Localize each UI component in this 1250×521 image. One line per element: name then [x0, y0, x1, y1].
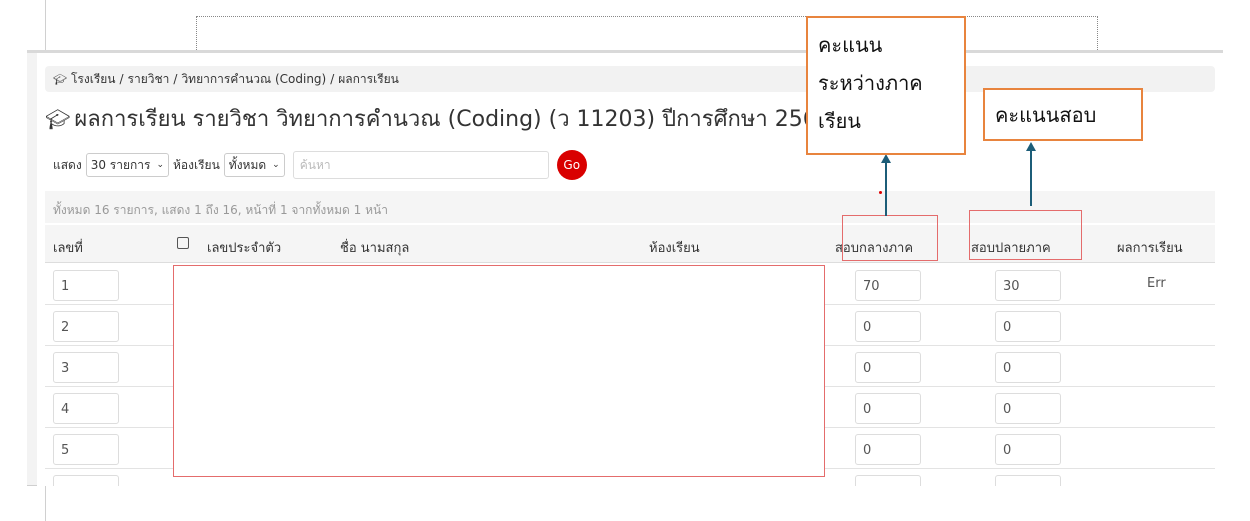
final-score-input[interactable]: 0: [995, 311, 1061, 342]
class-value: ทั้งหมด: [228, 157, 267, 172]
breadcrumb-subject[interactable]: รายวิชา: [128, 70, 170, 89]
number-input[interactable]: 5: [53, 434, 119, 465]
midterm-score-input[interactable]: 70: [855, 270, 921, 301]
page-title: 🎓︎ ผลการเรียน รายวิชา วิทยาการคำนวณ (Cod…: [45, 101, 852, 136]
breadcrumb-separator: /: [173, 72, 178, 86]
class-label: ห้องเรียน: [173, 157, 220, 172]
page-size-select[interactable]: 30 รายการ ⌄: [85, 153, 170, 177]
col-classroom[interactable]: ห้องเรียน: [649, 237, 700, 258]
final-callout: คะแนนสอบ: [983, 88, 1143, 141]
midterm-score-input[interactable]: 0: [855, 434, 921, 465]
number-input[interactable]: [53, 475, 119, 486]
page-size-value: 30 รายการ: [90, 157, 151, 172]
midterm-callout: คะแนน ระหว่างภาค เรียน: [806, 16, 966, 155]
midterm-callout-line: ระหว่างภาค: [818, 71, 923, 95]
col-student-id[interactable]: เลขประจำตัว: [207, 237, 281, 258]
graduation-cap-icon: 🎓︎: [45, 106, 71, 131]
col-number[interactable]: เลขที่: [53, 237, 83, 258]
select-all-checkbox[interactable]: [177, 237, 189, 252]
redaction-box: [173, 265, 825, 477]
midterm-highlight-box: [842, 215, 938, 261]
midterm-score-input[interactable]: 0: [855, 352, 921, 383]
final-score-input[interactable]: 0: [995, 434, 1061, 465]
final-score-input[interactable]: 30: [995, 270, 1061, 301]
col-name[interactable]: ชื่อ นามสกุล: [340, 237, 409, 258]
search-placeholder: ค้นหา: [299, 157, 331, 172]
breadcrumb-separator: /: [330, 72, 335, 86]
class-select[interactable]: ทั้งหมด ⌄: [223, 153, 285, 177]
checkbox-icon: [177, 237, 189, 249]
midterm-score-input[interactable]: 0: [855, 311, 921, 342]
arrow-line: [885, 162, 887, 216]
chevron-down-icon: ⌄: [156, 160, 165, 170]
number-input[interactable]: 3: [53, 352, 119, 383]
chevron-down-icon: ⌄: [272, 160, 280, 170]
col-result[interactable]: ผลการเรียน: [1117, 237, 1183, 258]
breadcrumb-separator: /: [119, 72, 124, 86]
search-input[interactable]: ค้นหา: [292, 151, 549, 179]
final-callout-text: คะแนนสอบ: [995, 103, 1097, 127]
page-title-text: ผลการเรียน รายวิชา วิทยาการคำนวณ (Coding…: [74, 107, 853, 132]
number-input[interactable]: 2: [53, 311, 119, 342]
final-highlight-box: [969, 210, 1082, 260]
graduation-cap-icon: 🎓︎: [53, 72, 67, 86]
number-input[interactable]: 1: [53, 270, 119, 301]
breadcrumb-current: ผลการเรียน: [338, 71, 399, 86]
breadcrumb-course[interactable]: วิทยาการคำนวณ (Coding): [181, 70, 326, 89]
midterm-callout-line: คะแนน: [818, 33, 883, 57]
number-input[interactable]: 4: [53, 393, 119, 424]
go-button[interactable]: Go: [556, 150, 587, 180]
final-score-input[interactable]: 0: [995, 393, 1061, 424]
final-score-input[interactable]: 0: [995, 352, 1061, 383]
midterm-score-input[interactable]: [855, 475, 921, 486]
breadcrumb-school[interactable]: โรงเรียน: [71, 70, 116, 89]
midterm-score-input[interactable]: 0: [855, 393, 921, 424]
show-label: แสดง: [53, 157, 82, 172]
arrow-line: [1030, 150, 1032, 206]
filter-bar: แสดง 30 รายการ ⌄ ห้องเรียน ทั้งหมด ⌄ ค้น…: [53, 150, 587, 180]
result-value: Err: [1147, 276, 1166, 291]
marker-dot: [879, 191, 882, 194]
final-score-input[interactable]: [995, 475, 1061, 486]
midterm-callout-line: เรียน: [818, 109, 861, 133]
